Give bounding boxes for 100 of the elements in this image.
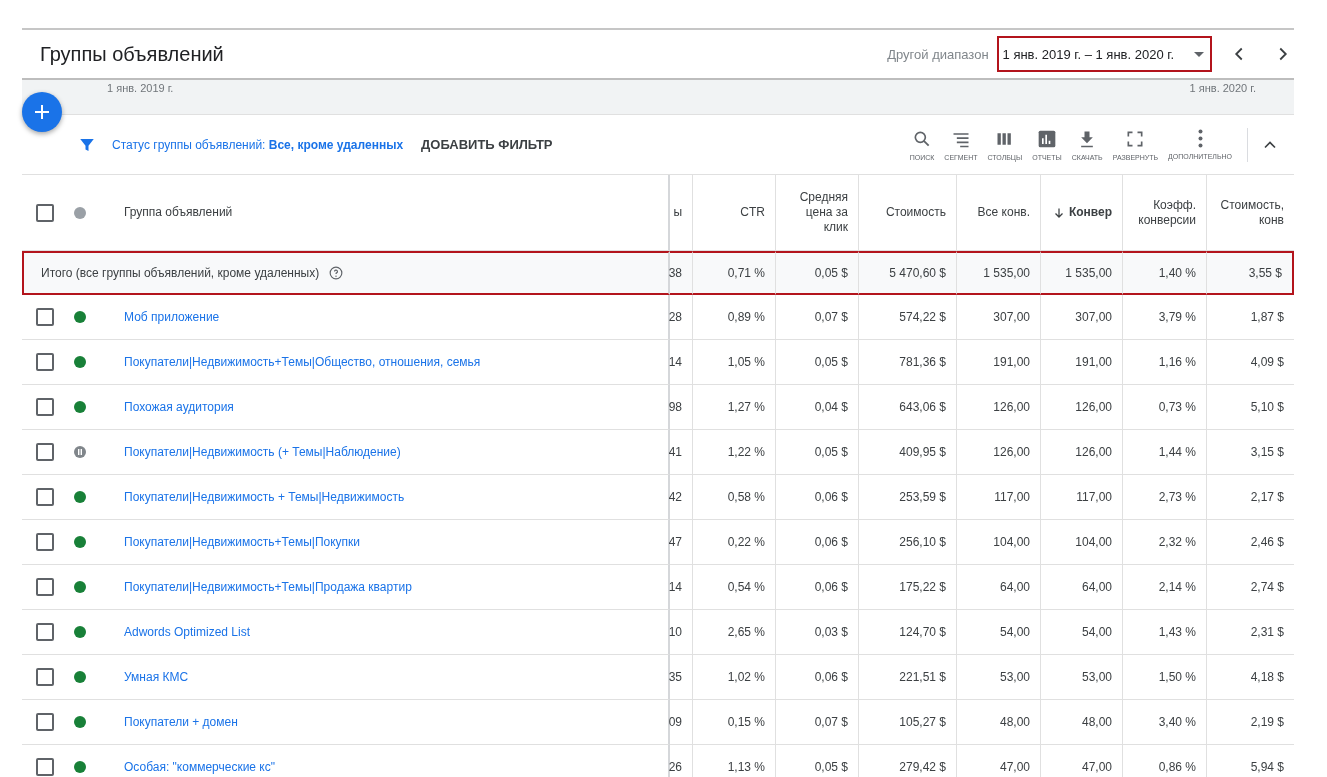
table-cell: 253,59 $ (858, 475, 956, 520)
table-cell: 256,10 $ (858, 520, 956, 565)
total-cell: 5 470,60 $ (858, 251, 956, 295)
table-cell: 2,65 % (692, 610, 775, 655)
column-header[interactable]: CTR (740, 205, 765, 220)
row-checkbox[interactable] (36, 398, 54, 416)
table-cell: 2,46 $ (1206, 520, 1294, 565)
row-checkbox[interactable] (36, 623, 54, 641)
ad-group-link[interactable]: Adwords Optimized List (124, 625, 251, 639)
table-cell: 47,00 (956, 745, 1040, 777)
plus-icon (34, 104, 50, 120)
add-button[interactable] (22, 92, 62, 132)
row-checkbox[interactable] (36, 308, 54, 326)
help-icon[interactable] (329, 266, 344, 280)
table-cell: 1,43 % (1122, 610, 1206, 655)
total-cell: 38 (670, 251, 692, 295)
table-cell: 0,86 % (1122, 745, 1206, 777)
ad-group-link[interactable]: Покупатели + домен (124, 715, 238, 729)
row-checkbox[interactable] (36, 758, 54, 776)
total-cell: 0,05 $ (775, 251, 858, 295)
total-cell: 0,71 % (692, 251, 775, 295)
table-cell: 279,42 $ (858, 745, 956, 777)
table-cell: 2,74 $ (1206, 565, 1294, 610)
ad-group-link[interactable]: Моб приложение (124, 310, 220, 324)
table-cell: 4,18 $ (1206, 655, 1294, 700)
table-cell: 1,05 % (692, 340, 775, 385)
table-cell: 574,22 $ (858, 295, 956, 340)
table-cell: 3,40 % (1122, 700, 1206, 745)
table-cell: 1,87 $ (1206, 295, 1294, 340)
table-cell: 1,27 % (692, 385, 775, 430)
ad-group-link[interactable]: Особая: "коммерческие кс" (124, 760, 275, 774)
table-cell: 47 (670, 520, 692, 565)
sort-arrow-icon (1052, 206, 1065, 219)
timeline-start: 1 янв. 2019 г. (107, 82, 174, 96)
table-cell: 0,04 $ (775, 385, 858, 430)
table-cell: 307,00 (1040, 295, 1122, 340)
column-header[interactable]: Все конв. (977, 205, 1030, 220)
table-cell: 643,06 $ (858, 385, 956, 430)
table-cell: 0,89 % (692, 295, 775, 340)
status-dot (74, 206, 86, 219)
row-checkbox[interactable] (36, 713, 54, 731)
table-cell: 0,73 % (1122, 385, 1206, 430)
date-range-dropdown[interactable]: 1 янв. 2019 г. – 1 янв. 2020 г. (996, 36, 1212, 72)
table-cell: 2,31 $ (1206, 610, 1294, 655)
column-header[interactable]: ы (673, 205, 682, 220)
table-cell: 64,00 (1040, 565, 1122, 610)
table-cell: 3,79 % (1122, 295, 1206, 340)
total-cell: 1 535,00 (956, 251, 1040, 295)
table-cell: 124,70 $ (858, 610, 956, 655)
more-icon (1197, 129, 1203, 148)
ad-group-link[interactable]: Покупатели|Недвижимость+Темы|Общество, отношения, семья (124, 355, 481, 369)
filter-chip[interactable]: Статус группы объявлений: Все, кроме удаленных (112, 137, 404, 152)
table-cell: 28 (670, 295, 692, 340)
table-cell: 126,00 (956, 430, 1040, 475)
table-cell: 1,50 % (1122, 655, 1206, 700)
timeline-end: 1 янв. 2020 г. (1189, 82, 1256, 96)
table-cell: 42 (670, 475, 692, 520)
table-cell: 191,00 (956, 340, 1040, 385)
row-checkbox[interactable] (36, 353, 54, 371)
ad-group-link[interactable]: Покупатели|Недвижимость + Темы|Недвижимость (124, 490, 405, 504)
table-cell: 221,51 $ (858, 655, 956, 700)
column-header[interactable]: Средняя цена за клик (782, 190, 848, 235)
row-checkbox[interactable] (36, 533, 54, 551)
column-header[interactable]: Стоимость, конв (1213, 197, 1284, 228)
add-filter-button[interactable]: ДОБАВИТЬ ФИЛЬТР (417, 133, 557, 156)
column-header[interactable]: Конвер (1052, 205, 1112, 220)
page-title: Группы объявлений (40, 42, 225, 66)
row-checkbox[interactable] (36, 488, 54, 506)
table-cell: 0,15 % (692, 700, 775, 745)
total-cell: 3,55 $ (1206, 251, 1294, 295)
table-cell: 98 (670, 385, 692, 430)
table-cell: 105,27 $ (858, 700, 956, 745)
ad-group-link[interactable]: Покупатели|Недвижимость+Темы|Продажа квартир (124, 580, 412, 594)
table-cell: 10 (670, 610, 692, 655)
column-header[interactable]: Коэфф. конверсии (1129, 197, 1196, 228)
table-cell: 1,02 % (692, 655, 775, 700)
total-cell: 1 535,00 (1040, 251, 1122, 295)
table-cell: 0,06 $ (775, 520, 858, 565)
table-cell: 53,00 (956, 655, 1040, 700)
table-cell: 3,15 $ (1206, 430, 1294, 475)
table-cell: 1,44 % (1122, 430, 1206, 475)
table-cell: 175,22 $ (858, 565, 956, 610)
table-cell: 47,00 (1040, 745, 1122, 777)
column-header[interactable]: Группа объявлений (124, 205, 233, 220)
ad-group-link[interactable]: Покупатели|Недвижимость+Темы|Покупки (124, 535, 361, 549)
table-cell: 126,00 (1040, 430, 1122, 475)
row-checkbox[interactable] (36, 668, 54, 686)
table-cell: 48,00 (956, 700, 1040, 745)
table-cell: 126,00 (956, 385, 1040, 430)
ad-group-link[interactable]: Похожая аудитория (124, 400, 234, 414)
row-checkbox[interactable] (36, 443, 54, 461)
column-header[interactable]: Стоимость (885, 205, 946, 220)
ad-group-link[interactable]: Покупатели|Недвижимость (+ Темы|Наблюдение) (124, 445, 401, 459)
table-cell: 2,32 % (1122, 520, 1206, 565)
table-cell: 117,00 (956, 475, 1040, 520)
ad-group-link[interactable]: Умная КМС (124, 670, 189, 684)
table-cell: 26 (670, 745, 692, 777)
table-cell: 0,03 $ (775, 610, 858, 655)
row-checkbox[interactable] (36, 578, 54, 596)
select-all-checkbox[interactable] (36, 203, 54, 222)
